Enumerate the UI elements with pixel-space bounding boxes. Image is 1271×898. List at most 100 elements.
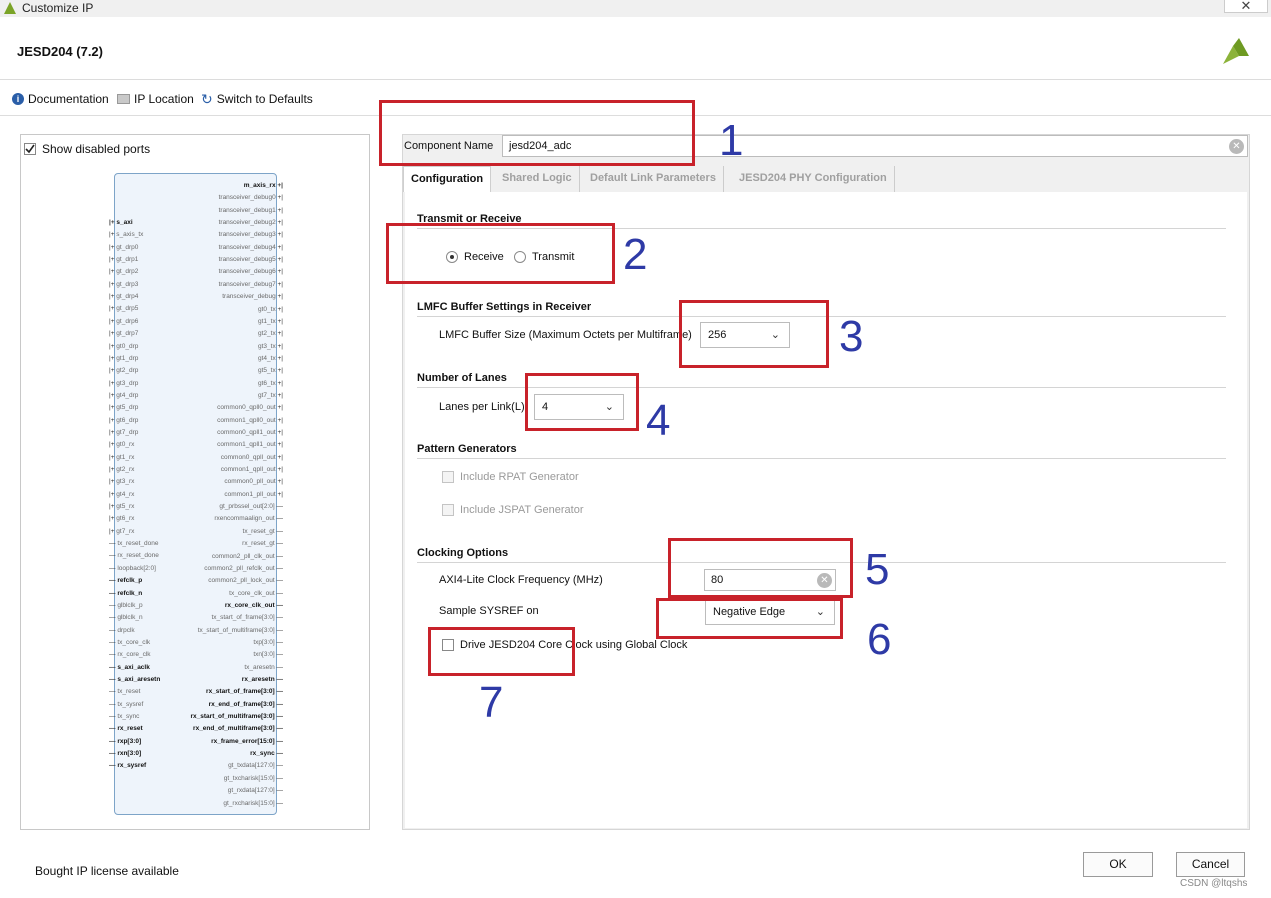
left-port: |+ s_axi <box>109 218 133 227</box>
left-port: — tx_sysref <box>109 700 143 709</box>
left-port: |+ gt_drp0 <box>109 243 138 252</box>
right-port: rx_sync — <box>250 749 283 758</box>
right-port-label: common0_qpll_out <box>220 453 276 461</box>
left-port: |+ gt5_drp <box>109 403 138 412</box>
bus-plus-icon: +| <box>275 490 284 498</box>
jspat-checkbox[interactable]: Include JSPAT Generator <box>442 504 584 516</box>
left-port-label: gt_drp6 <box>116 317 139 325</box>
left-port: |+ gt4_drp <box>109 391 138 400</box>
right-port: common1_pll_out +| <box>224 490 283 499</box>
show-disabled-ports-label: Show disabled ports <box>42 142 151 156</box>
bus-plus-icon: +| <box>275 478 284 486</box>
tab-default-link-parameters[interactable]: Default Link Parameters <box>583 166 724 192</box>
window-title-bar: Customize IP ✕ <box>0 0 1271 17</box>
tab-configuration[interactable]: Configuration <box>403 166 492 192</box>
left-port: |+ gt7_drp <box>109 428 138 437</box>
cancel-button[interactable]: Cancel <box>1176 852 1245 877</box>
right-port: m_axis_rx +| <box>244 181 283 190</box>
clear-icon[interactable]: ✕ <box>1229 139 1244 154</box>
left-port-label: refclk_n <box>117 589 143 597</box>
left-port-label: gt_drp4 <box>116 293 139 301</box>
license-status: Bought IP license available <box>35 864 179 878</box>
right-port-label: transceiver_debug4 <box>218 243 276 251</box>
bus-plus-icon: +| <box>275 330 284 338</box>
right-port: transceiver_debug6 +| <box>219 267 283 276</box>
tab-jesd204-phy-configuration[interactable]: JESD204 PHY Configuration <box>732 166 895 192</box>
rpat-checkbox[interactable]: Include RPAT Generator <box>442 471 579 483</box>
ip-header: JESD204 (7.2) <box>0 17 1271 80</box>
left-port: |+ gt1_rx <box>109 453 134 462</box>
ok-button[interactable]: OK <box>1083 852 1153 877</box>
right-port-label: common2_pll_lock_out <box>208 577 275 585</box>
tab-shared-logic[interactable]: Shared Logic <box>495 166 580 192</box>
right-port: common1_qpll_out +| <box>221 465 283 474</box>
lanes-label: Lanes per Link(L) <box>439 401 525 413</box>
right-port-label: gt2_tx <box>257 330 276 338</box>
pin-line-icon: — <box>274 601 283 609</box>
right-port: transceiver_debug0 +| <box>219 193 283 202</box>
right-port-label: common1_qpll1_out <box>217 441 276 449</box>
left-port: |+ gt_drp4 <box>109 292 138 301</box>
annotation-number-2: 2 <box>623 230 648 279</box>
close-button[interactable]: ✕ <box>1224 0 1268 13</box>
right-port-label: transceiver_debug2 <box>218 219 276 227</box>
right-port: gt_rxdata[127:0] — <box>228 786 283 795</box>
pin-line-icon: — <box>274 527 283 535</box>
annotation-number-4: 4 <box>646 396 671 445</box>
show-disabled-ports-checkbox[interactable]: Show disabled ports <box>24 142 150 156</box>
right-port-label: gt7_tx <box>257 391 276 399</box>
left-port-label: tx_sync <box>117 713 140 720</box>
sysref-label: Sample SYSREF on <box>439 605 539 617</box>
left-port-label: gt_drp5 <box>116 305 139 313</box>
right-port: gt0_tx +| <box>258 305 283 314</box>
watermark: CSDN @ltqshs <box>1180 878 1248 889</box>
right-port: common1_qpll0_out +| <box>217 416 283 425</box>
right-port: common2_pll_clk_out — <box>212 552 283 561</box>
right-port: common0_pll_out +| <box>224 477 283 486</box>
left-port: — tx_core_clk <box>109 638 150 647</box>
ip-location-button[interactable]: IP Location <box>117 92 194 106</box>
pin-line-icon: — <box>274 737 283 745</box>
left-port: — drpclk <box>109 626 135 635</box>
left-port: |+ gt_drp2 <box>109 267 138 276</box>
left-port: — rx_reset <box>109 724 143 733</box>
right-port-label: txp[3:0] <box>253 638 275 646</box>
right-port: common1_qpll1_out +| <box>217 440 283 449</box>
bus-plus-icon: +| <box>275 268 284 276</box>
right-port-label: rx_start_of_multiframe[3:0] <box>190 713 275 721</box>
right-port-label: gt5_tx <box>257 367 276 375</box>
left-port-label: refclk_p <box>117 577 143 585</box>
right-port-label: common1_pll_out <box>224 490 276 498</box>
left-port-label: gt0_rx <box>116 441 135 449</box>
left-port: — rx_core_clk <box>109 650 151 659</box>
right-port-label: transceiver_debug0 <box>218 194 276 202</box>
pin-line-icon: — <box>274 614 283 622</box>
right-port: gt1_tx +| <box>258 317 283 326</box>
bus-plus-icon: +| <box>275 243 284 251</box>
pin-line-icon: — <box>274 515 283 523</box>
bus-plus-icon: +| <box>275 466 284 474</box>
annotation-number-5: 5 <box>865 545 890 594</box>
right-port-label: common2_pll_refclk_out <box>204 564 275 572</box>
right-port-label: rx_frame_error[15:0] <box>211 737 275 745</box>
left-port-label: tx_reset <box>117 688 141 696</box>
checkbox-disabled-icon <box>442 471 454 483</box>
right-port-label: txn[3:0] <box>253 651 275 659</box>
right-port: txn[3:0] — <box>253 650 283 659</box>
right-port-label: gt0_tx <box>257 305 276 313</box>
bus-plus-icon: +| <box>275 231 284 239</box>
pin-line-icon: — <box>274 503 283 511</box>
pin-line-icon: — <box>274 774 283 782</box>
documentation-button[interactable]: i Documentation <box>12 92 109 106</box>
right-port: transceiver_debug +| <box>222 292 283 301</box>
left-port: |+ gt_drp6 <box>109 317 138 326</box>
left-port-label: s_axi_aresetn <box>117 675 161 683</box>
right-port-label: transceiver_debug6 <box>218 268 276 276</box>
pin-line-icon: — <box>274 750 283 758</box>
left-port-label: drpclk <box>117 626 135 634</box>
right-port-label: m_axis_rx <box>243 182 276 189</box>
right-port-label: transceiver_debug5 <box>218 256 276 264</box>
right-port: rx_start_of_frame[3:0] — <box>206 687 283 696</box>
left-port-label: gt0_drp <box>116 342 139 350</box>
switch-defaults-button[interactable]: ↻ Switch to Defaults <box>201 92 313 106</box>
